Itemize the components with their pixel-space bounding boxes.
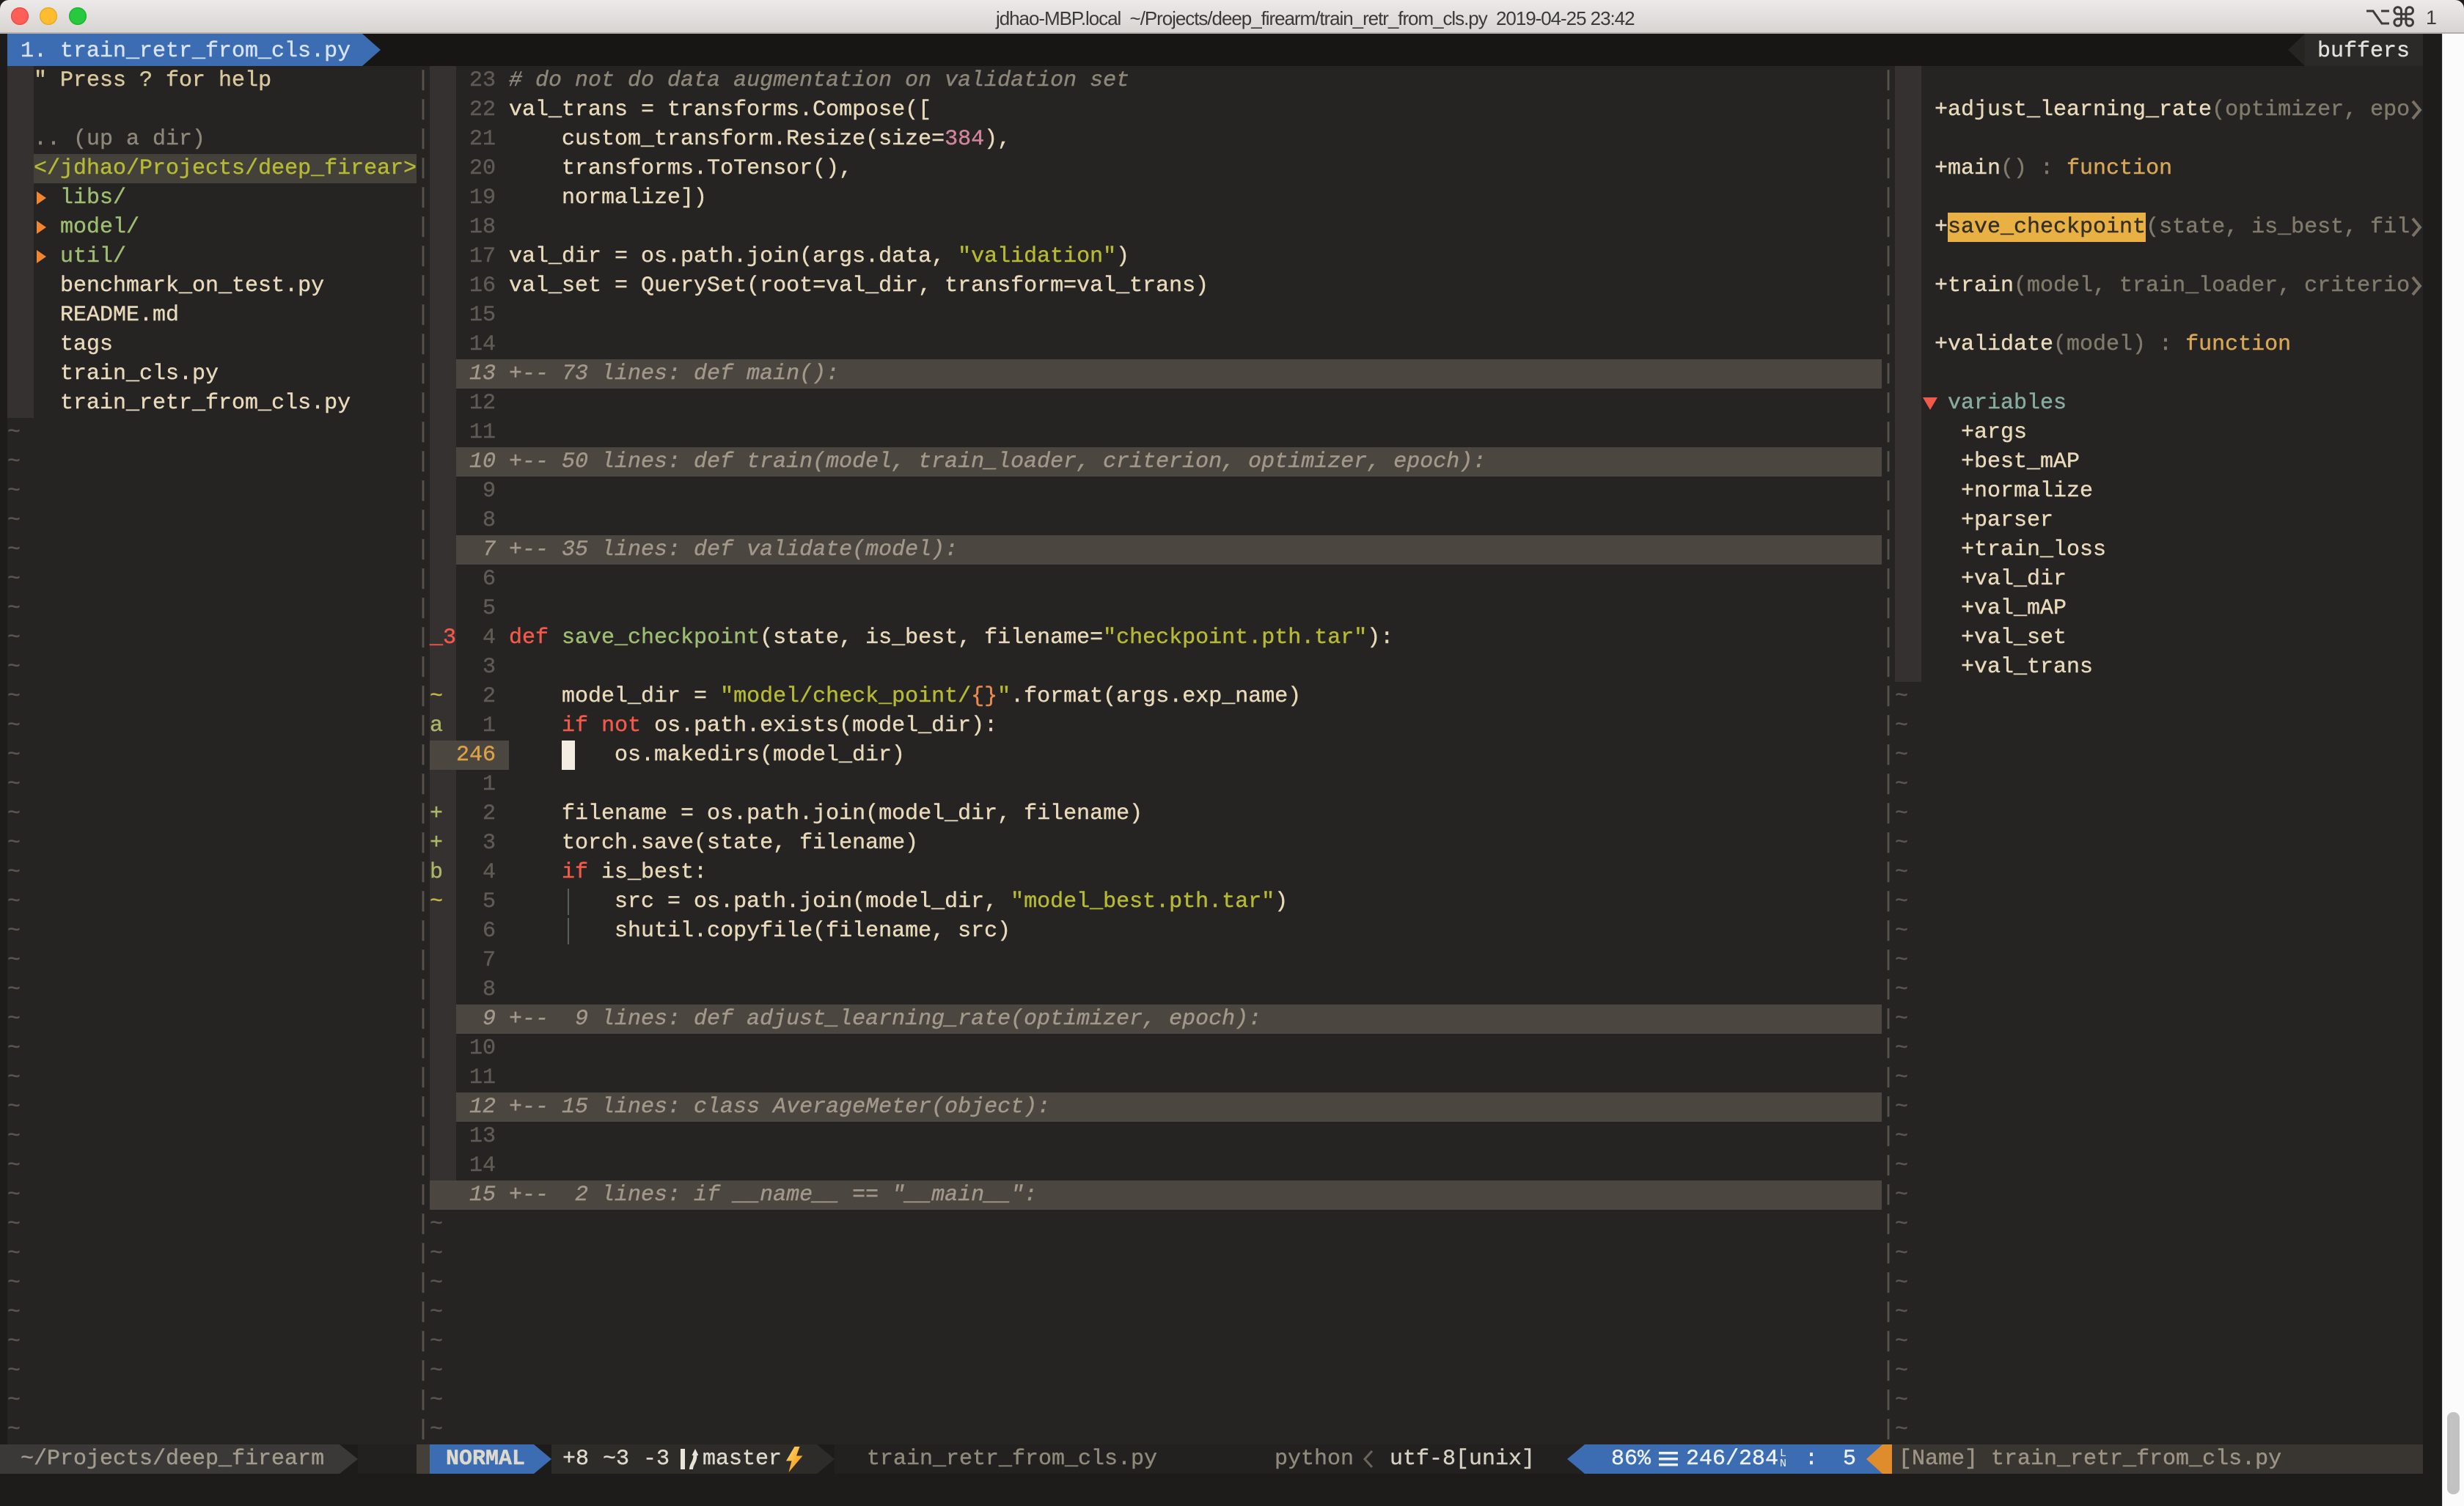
svg-text:1: 1 — [2426, 7, 2437, 28]
